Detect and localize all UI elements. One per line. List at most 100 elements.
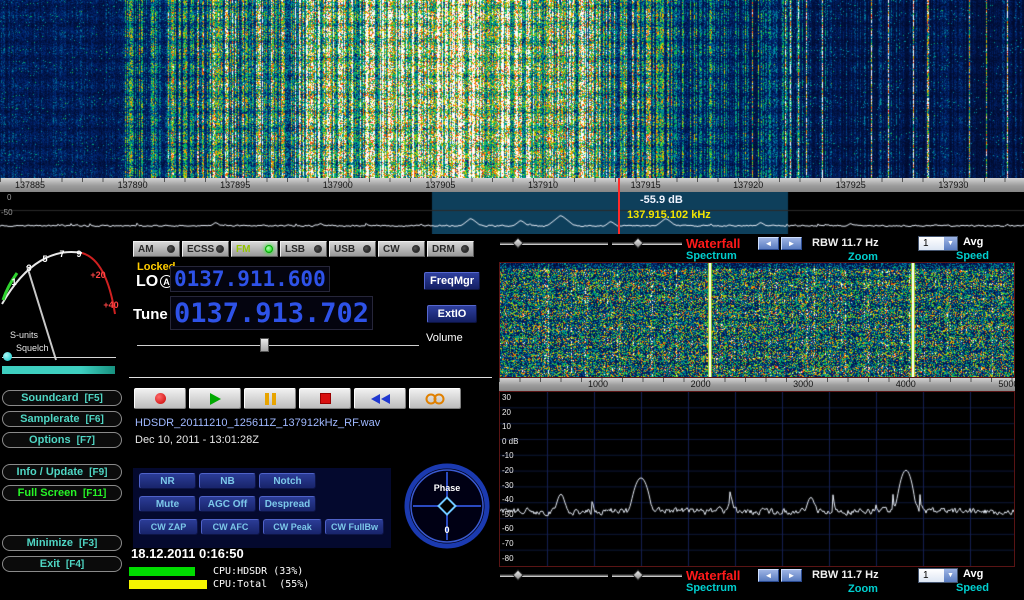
menu-button-samplerate[interactable]: Samplerate[F6] (2, 411, 122, 427)
mode-led-icon (461, 245, 469, 253)
dsp-button-cw-fullbw[interactable]: CW FullBw (325, 519, 384, 535)
tick-label: 137890 (118, 180, 148, 190)
mode-led-icon (412, 245, 420, 253)
mode-button-am[interactable]: AM (133, 241, 180, 257)
dsp-button-nb[interactable]: NB (199, 473, 256, 489)
squelch-slider-thumb[interactable] (3, 352, 12, 361)
zoom-select[interactable]: 1 ▼ (918, 236, 958, 251)
tick-label: 137920 (733, 180, 763, 190)
mode-button-usb[interactable]: USB (329, 241, 376, 257)
s-meter-label: 7 (59, 249, 64, 259)
menu-button-options[interactable]: Options[F7] (2, 432, 122, 448)
tick-label: 30 (502, 393, 511, 402)
tune-cursor[interactable] (618, 178, 620, 234)
brightness-slider[interactable] (500, 242, 608, 245)
main-frequency-scale[interactable]: 1378851378901378951379001379051379101379… (0, 178, 1024, 192)
scroll-right-button[interactable]: ► (781, 569, 802, 582)
waterfall-control-row-bottom: Waterfall Spectrum ◄ ► RBW 11.7 Hz Zoom … (500, 568, 1024, 596)
audio-waterfall[interactable] (500, 263, 1014, 377)
menu-button-hotkey: [F11] (83, 488, 106, 499)
lo-frequency-display[interactable]: 0137.911.600 (170, 266, 330, 292)
contrast-slider[interactable] (612, 574, 682, 577)
avg-label: Avg (963, 568, 983, 580)
hdsdr-window: 1378851378901378951379001379051379101379… (0, 0, 1024, 600)
phase-dial[interactable]: Phase 0 (402, 461, 492, 551)
overview-spectrum[interactable] (0, 192, 1024, 234)
chevron-down-icon[interactable]: ▼ (944, 237, 957, 250)
volume-slider-thumb[interactable] (260, 338, 269, 352)
dsp-button-nr[interactable]: NR (139, 473, 196, 489)
slider-thumb[interactable] (512, 569, 523, 580)
menu-button-minimize[interactable]: Minimize[F3] (2, 535, 122, 551)
minor-ticks (0, 178, 1024, 182)
tick-label: -30 (502, 481, 514, 490)
rewind-button[interactable] (354, 388, 406, 409)
volume-slider[interactable] (137, 345, 419, 346)
tune-label: Tune (133, 306, 168, 323)
menu-button-soundcard[interactable]: Soundcard[F5] (2, 390, 122, 406)
mode-led-icon (363, 245, 371, 253)
cursor-frequency-readout: 137.915.102 kHz (627, 209, 711, 221)
mode-button-label: USB (334, 244, 355, 255)
brightness-slider[interactable] (500, 574, 608, 577)
mode-button-fm[interactable]: FM (231, 241, 278, 257)
dsp-button-agc-off[interactable]: AGC Off (199, 496, 256, 512)
mode-button-label: CW (383, 244, 400, 255)
play-button[interactable] (189, 388, 241, 409)
scroll-right-button[interactable]: ► (781, 237, 802, 250)
loop-button[interactable] (409, 388, 461, 409)
audio-spectrum[interactable] (500, 392, 1014, 566)
phase-value: 0 (444, 525, 449, 535)
chevron-down-icon[interactable]: ▼ (944, 569, 957, 582)
tick-label: -20 (502, 466, 514, 475)
recording-filename: HDSDR_20111210_125611Z_137912kHz_RF.wav (135, 417, 380, 429)
divider (129, 377, 492, 378)
extio-button[interactable]: ExtIO (427, 305, 477, 323)
menu-button-exit[interactable]: Exit[F4] (2, 556, 122, 572)
s-meter-label: 9 (76, 249, 81, 259)
dsp-panel: NRNBNotch MuteAGC OffDespread CW ZAPCW AFC… (133, 468, 391, 548)
main-waterfall[interactable] (0, 0, 1024, 178)
freqmgr-button[interactable]: FreqMgr (424, 272, 480, 290)
tick-label: 20 (502, 408, 511, 417)
tick-label: 137900 (323, 180, 353, 190)
contrast-slider[interactable] (612, 242, 682, 245)
stop-button[interactable] (299, 388, 351, 409)
mode-button-label: DRM (432, 244, 455, 255)
playback-controls (134, 388, 461, 409)
pause-button[interactable] (244, 388, 296, 409)
dsp-button-cw-zap[interactable]: CW ZAP (139, 519, 198, 535)
scroll-left-button[interactable]: ◄ (758, 569, 779, 582)
slider-thumb[interactable] (632, 237, 643, 248)
scroll-left-button[interactable]: ◄ (758, 237, 779, 250)
mode-button-lsb[interactable]: LSB (280, 241, 327, 257)
mode-selector: AM ECSS FM LSB USB CW DRM (133, 241, 474, 257)
dsp-button-cw-afc[interactable]: CW AFC (201, 519, 260, 535)
cpu-bar (129, 580, 209, 589)
lo-label: LO (136, 273, 158, 291)
slider-thumb[interactable] (632, 569, 643, 580)
dsp-button-notch[interactable]: Notch (259, 473, 316, 489)
record-button[interactable] (134, 388, 186, 409)
mode-button-cw[interactable]: CW (378, 241, 425, 257)
dsp-button-despread[interactable]: Despread (259, 496, 316, 512)
rbw-readout: RBW 11.7 Hz (812, 569, 879, 581)
mode-button-drm[interactable]: DRM (427, 241, 474, 257)
tune-frequency-display[interactable]: 0137.913.702 (170, 296, 373, 330)
audio-frequency-scale[interactable]: 10002000300040005000 (499, 378, 1015, 391)
mode-button-ecss[interactable]: ECSS (182, 241, 229, 257)
tick-label: 137930 (938, 180, 968, 190)
spectrum-label: Spectrum (686, 250, 737, 262)
cpu-usage: CPU:HDSDR (33%)CPU:Total (55%) (129, 567, 429, 593)
tick-label: 137895 (220, 180, 250, 190)
mode-button-label: LSB (285, 244, 305, 255)
zoom-select[interactable]: 1 ▼ (918, 568, 958, 583)
menu-button-full-screen[interactable]: Full Screen[F11] (2, 485, 122, 501)
mode-button-label: ECSS (187, 244, 214, 255)
squelch-slider[interactable] (2, 357, 116, 358)
dsp-button-cw-peak[interactable]: CW Peak (263, 519, 322, 535)
menu-button-info-update[interactable]: Info / Update[F9] (2, 464, 122, 480)
slider-thumb[interactable] (512, 237, 523, 248)
waterfall-control-row-top: Waterfall Spectrum ◄ ► RBW 11.7 Hz Zoom … (500, 236, 1024, 264)
dsp-button-mute[interactable]: Mute (139, 496, 196, 512)
